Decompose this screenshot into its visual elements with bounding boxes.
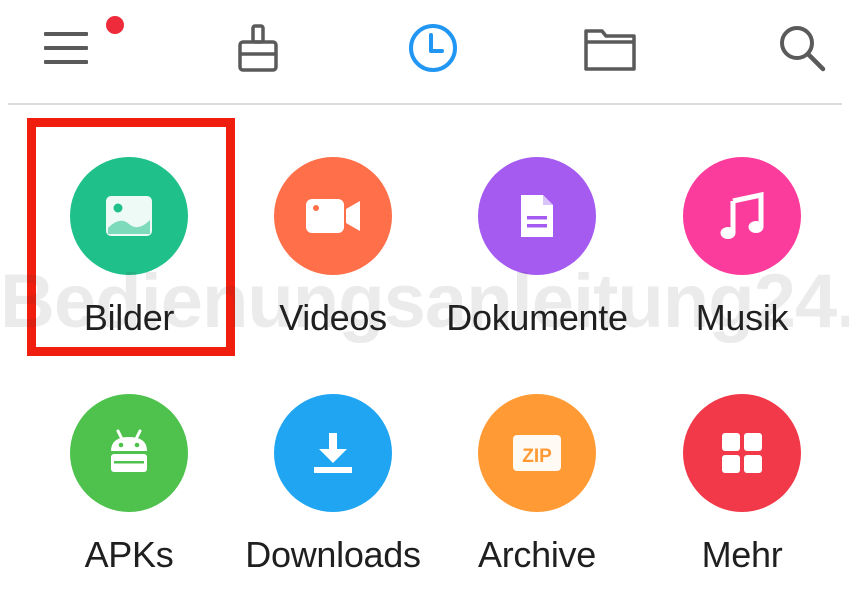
zip-archive-icon: ZIP [513, 435, 561, 471]
cleaner-button[interactable] [218, 10, 298, 86]
document-icon [521, 195, 553, 237]
music-circle [683, 157, 801, 275]
videos-circle [274, 157, 392, 275]
grid-icon [722, 433, 762, 473]
category-label: Downloads [245, 534, 421, 575]
category-archives[interactable]: ZIP Archive [437, 394, 637, 614]
toolbar-divider [8, 103, 842, 105]
category-videos[interactable]: Videos [233, 157, 433, 377]
notification-dot [106, 16, 124, 34]
category-apks[interactable]: APKs [29, 394, 229, 614]
documents-circle [478, 157, 596, 275]
category-label: Archive [478, 534, 596, 575]
category-downloads[interactable]: Downloads [233, 394, 433, 614]
category-label: Videos [279, 297, 387, 338]
download-icon [314, 433, 352, 473]
files-button[interactable] [570, 10, 650, 86]
archives-circle: ZIP [478, 394, 596, 512]
highlight-box [27, 118, 235, 356]
search-icon [780, 26, 826, 72]
more-circle [683, 394, 801, 512]
category-label: APKs [84, 534, 174, 575]
downloads-circle [274, 394, 392, 512]
folder-icon [584, 29, 636, 71]
search-button[interactable] [762, 10, 842, 86]
category-music[interactable]: Musik [642, 157, 842, 377]
category-label: Musik [695, 297, 789, 338]
category-label: Dokumente [446, 297, 628, 338]
clock-icon [409, 24, 457, 72]
category-documents[interactable]: Dokumente [437, 157, 637, 377]
category-more[interactable]: Mehr [642, 394, 842, 614]
menu-icon [44, 32, 88, 64]
apks-circle [70, 394, 188, 512]
zip-label: ZIP [522, 446, 552, 467]
category-label: Mehr [701, 534, 783, 575]
brush-icon [238, 24, 278, 72]
menu-button[interactable] [28, 10, 124, 86]
video-camera-icon [306, 199, 360, 233]
music-note-icon [720, 191, 764, 239]
top-toolbar [0, 0, 849, 100]
recent-button[interactable] [393, 10, 473, 86]
android-icon [111, 429, 147, 472]
